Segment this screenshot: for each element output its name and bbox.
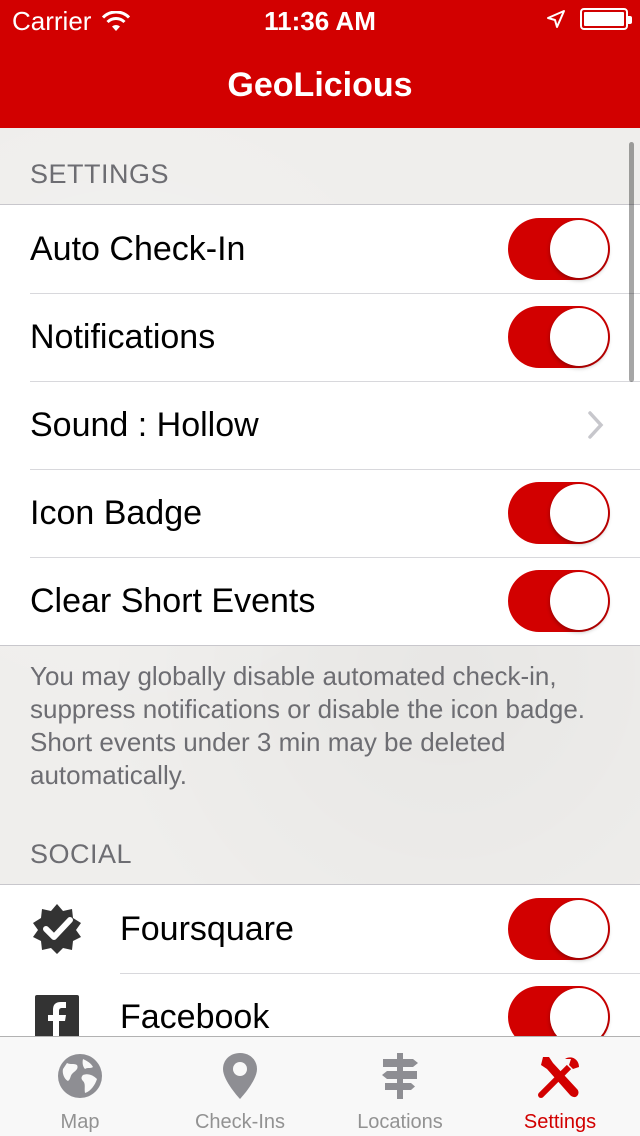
row-label: Foursquare <box>120 909 294 948</box>
status-bar: Carrier 11:36 AM <box>0 0 640 40</box>
globe-icon <box>58 1054 102 1098</box>
tab-settings[interactable]: Settings <box>480 1037 640 1136</box>
tab-label: Map <box>60 1111 100 1133</box>
row-label: Notifications <box>30 317 216 356</box>
row-label: Sound : Hollow <box>30 405 259 444</box>
auto-checkin-row[interactable]: Auto Check-In <box>0 205 640 293</box>
tools-icon <box>538 1057 579 1098</box>
page-title: GeoLicious <box>227 66 413 104</box>
settings-content[interactable]: SETTINGS Auto Check-In Notifications Sou… <box>0 128 640 1036</box>
row-label: Icon Badge <box>30 493 203 532</box>
location-pin-icon <box>223 1053 257 1099</box>
tab-label: Check-Ins <box>194 1111 286 1133</box>
row-label: Auto Check-In <box>30 229 246 268</box>
notifications-row[interactable]: Notifications <box>0 293 640 381</box>
status-time: 11:36 AM <box>264 6 376 36</box>
icon-badge-row[interactable]: Icon Badge <box>0 469 640 557</box>
clear-short-events-row[interactable]: Clear Short Events <box>0 557 640 645</box>
clear-short-events-toggle[interactable] <box>508 570 610 632</box>
facebook-toggle[interactable] <box>508 986 610 1036</box>
sound-row[interactable]: Sound : Hollow <box>0 381 640 469</box>
tab-bar: Map Check-Ins Locations Settings <box>0 1036 640 1136</box>
battery-icon <box>580 8 632 30</box>
facebook-icon <box>30 990 84 1036</box>
social-group: Foursquare Facebook <box>0 884 640 1036</box>
tab-label: Settings <box>523 1111 597 1133</box>
chevron-right-icon <box>588 411 604 439</box>
status-indicators <box>546 8 632 30</box>
foursquare-toggle[interactable] <box>508 898 610 960</box>
tab-map[interactable]: Map <box>0 1037 160 1136</box>
facebook-row[interactable]: Facebook <box>0 973 640 1036</box>
foursquare-row[interactable]: Foursquare <box>0 885 640 973</box>
tab-check-ins[interactable]: Check-Ins <box>160 1037 320 1136</box>
navigation-header: Carrier 11:36 AM GeoLicious <box>0 0 640 128</box>
row-label: Clear Short Events <box>30 581 316 620</box>
row-label: Facebook <box>120 997 270 1036</box>
settings-group: Auto Check-In Notifications Sound : Holl… <box>0 204 640 646</box>
location-arrow-icon <box>547 10 565 28</box>
signpost-icon <box>382 1053 418 1099</box>
foursquare-icon <box>30 902 84 956</box>
auto-checkin-toggle[interactable] <box>508 218 610 280</box>
settings-footer-note: You may globally disable automated check… <box>30 661 586 790</box>
scroll-indicator[interactable] <box>629 142 634 382</box>
tab-label: Locations <box>357 1111 443 1133</box>
section-header-settings: SETTINGS <box>30 159 170 189</box>
tab-locations[interactable]: Locations <box>320 1037 480 1136</box>
notifications-toggle[interactable] <box>508 306 610 368</box>
section-header-social: SOCIAL <box>30 839 133 869</box>
icon-badge-toggle[interactable] <box>508 482 610 544</box>
